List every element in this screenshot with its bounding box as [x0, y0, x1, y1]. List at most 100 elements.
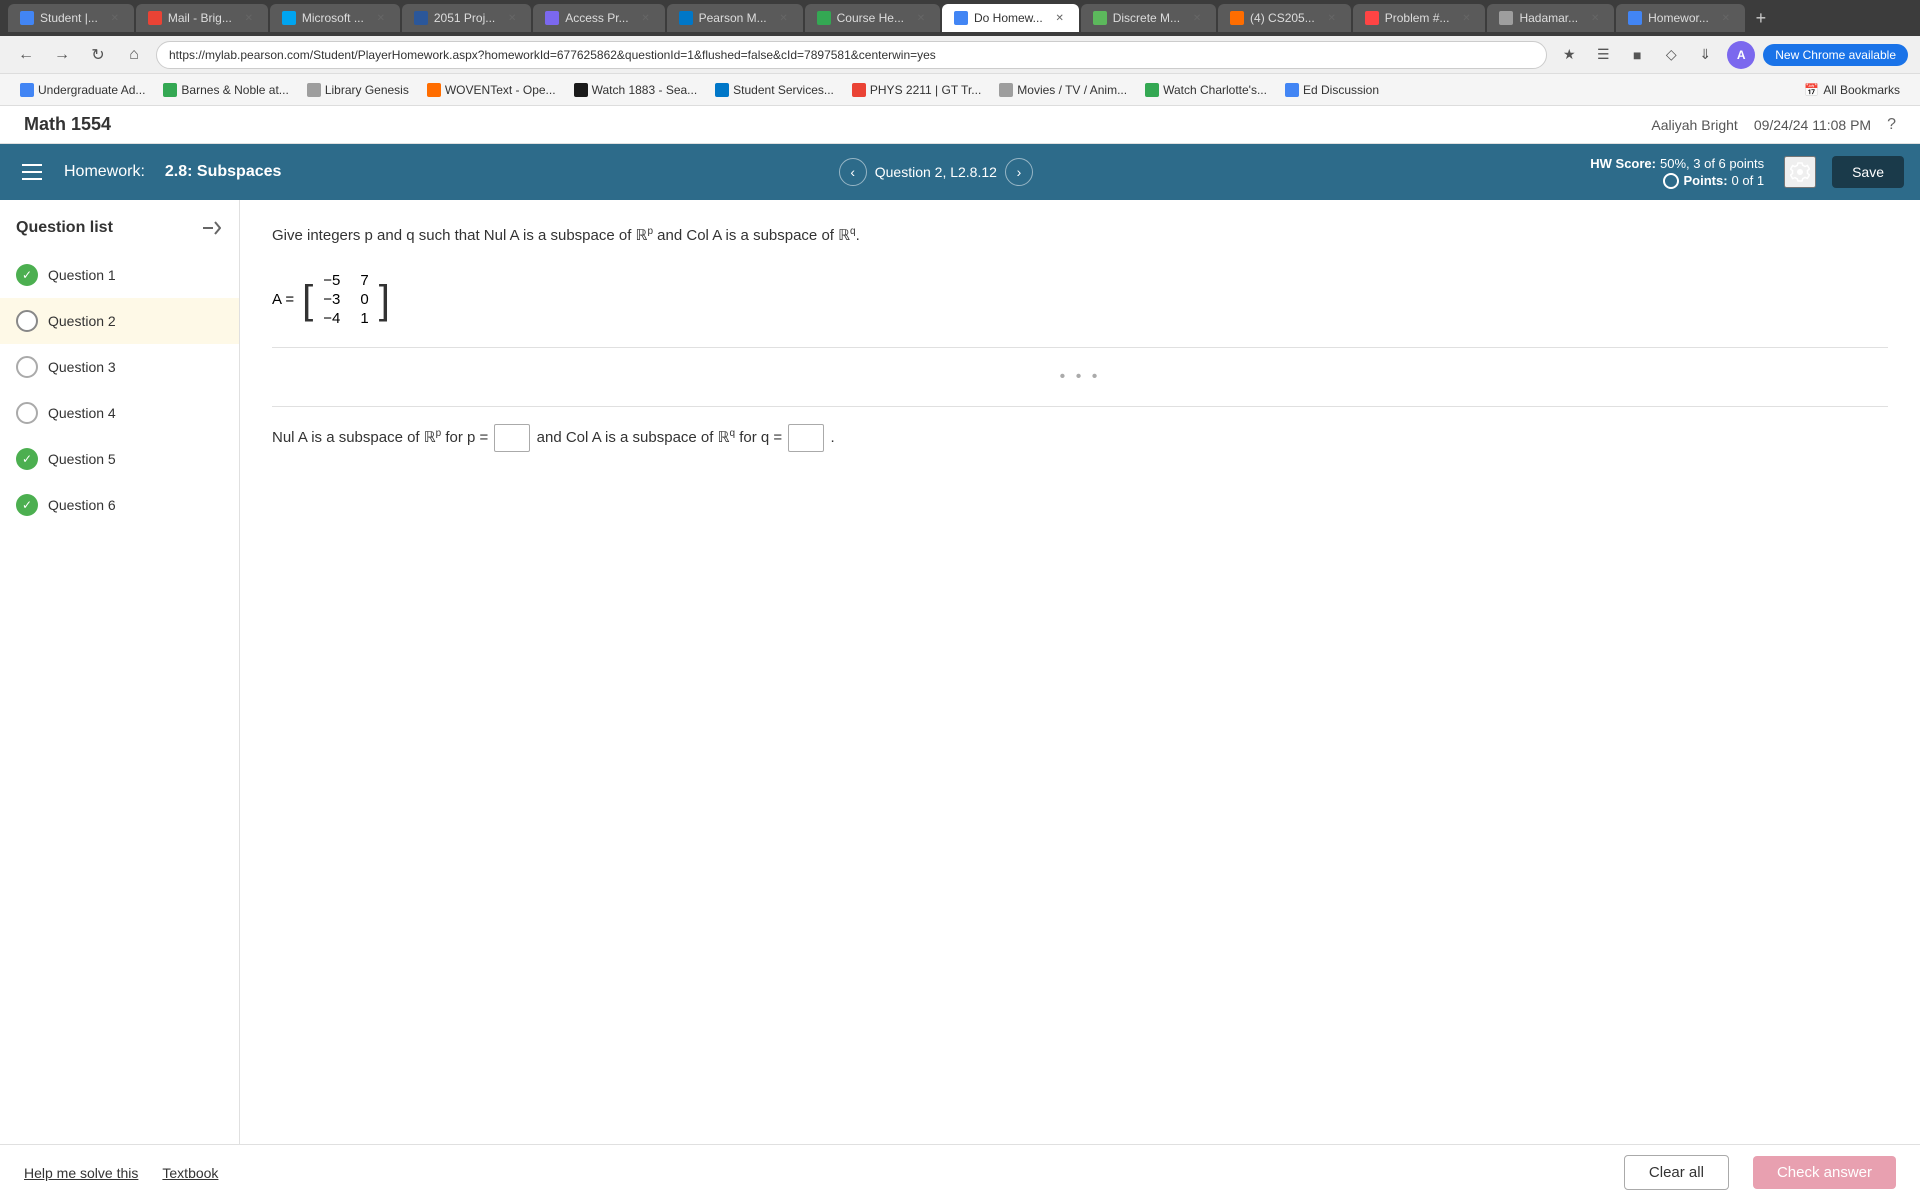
- bookmark-label: Watch Charlotte's...: [1163, 83, 1267, 97]
- question6-label: Question 6: [48, 497, 116, 513]
- sidebar-item-question6[interactable]: ✓ Question 6: [0, 482, 239, 528]
- tab-discrete[interactable]: Discrete M... ✕: [1081, 4, 1216, 32]
- tab-close-btn[interactable]: ✕: [108, 11, 122, 25]
- help-icon-button[interactable]: ?: [1887, 116, 1896, 134]
- all-bookmarks-icon: 📅: [1804, 83, 1819, 97]
- help-me-solve-link[interactable]: Help me solve this: [24, 1165, 138, 1181]
- tab-2051[interactable]: 2051 Proj... ✕: [402, 4, 531, 32]
- matrix-r2c1: −3: [323, 291, 340, 308]
- page-title: Math 1554: [24, 114, 111, 135]
- tab-label: (4) CS205...: [1250, 11, 1315, 25]
- tab-access[interactable]: Access Pr... ✕: [533, 4, 664, 32]
- clear-all-button[interactable]: Clear all: [1624, 1155, 1729, 1190]
- tab-favicon: [679, 11, 693, 25]
- question-label: Question 2, L2.8.12: [875, 164, 997, 180]
- q-answer-input[interactable]: [788, 424, 824, 452]
- score-section: HW Score: 50%, 3 of 6 points Points: 0 o…: [1590, 156, 1904, 189]
- tab-homework-active[interactable]: Do Homew... ✕: [942, 4, 1079, 32]
- back-button[interactable]: ←: [12, 41, 40, 69]
- matrix-r1c1: −5: [323, 272, 340, 289]
- tab-close-btn[interactable]: ✕: [1719, 11, 1733, 25]
- tab-label: 2051 Proj...: [434, 11, 495, 25]
- homework-toolbar: Homework: 2.8: Subspaces ‹ Question 2, L…: [0, 144, 1920, 200]
- tab-close-btn[interactable]: ✕: [505, 11, 519, 25]
- tab-mail[interactable]: Mail - Brig... ✕: [136, 4, 268, 32]
- tab-homework2[interactable]: Homewor... ✕: [1616, 4, 1745, 32]
- address-bar: ← → ↻ ⌂ ★ ☰ ■ ◇ ⇓ A New Chrome available: [0, 36, 1920, 74]
- tab-student[interactable]: Student |... ✕: [8, 4, 134, 32]
- tab-close-btn[interactable]: ✕: [777, 11, 791, 25]
- tab-course[interactable]: Course He... ✕: [805, 4, 940, 32]
- answer-prefix-nul: Nul A is a subspace of ℝ: [272, 429, 436, 446]
- bookmark-student-services[interactable]: Student Services...: [707, 81, 842, 99]
- tab-close-btn[interactable]: ✕: [1459, 11, 1473, 25]
- vpn-button[interactable]: ◇: [1657, 41, 1685, 69]
- bookmark-label: Library Genesis: [325, 83, 409, 97]
- all-bookmarks-button[interactable]: 📅 All Bookmarks: [1796, 81, 1908, 99]
- bookmark-phys[interactable]: PHYS 2211 | GT Tr...: [844, 81, 989, 99]
- sidebar-item-question4[interactable]: Question 4: [0, 390, 239, 436]
- sidebar-item-question1[interactable]: ✓ Question 1: [0, 252, 239, 298]
- bookmark-ed[interactable]: Ed Discussion: [1277, 81, 1387, 99]
- date-time: 09/24/24 11:08 PM: [1754, 117, 1871, 133]
- tab-problem[interactable]: Problem #... ✕: [1353, 4, 1486, 32]
- textbook-link[interactable]: Textbook: [162, 1165, 218, 1181]
- tab-close-btn[interactable]: ✕: [639, 11, 653, 25]
- hamburger-menu-button[interactable]: [16, 156, 48, 188]
- sidebar-item-question3[interactable]: Question 3: [0, 344, 239, 390]
- tab-close-btn[interactable]: ✕: [1190, 11, 1204, 25]
- sidebar-item-question2[interactable]: Question 2: [0, 298, 239, 344]
- tab-favicon: [1093, 11, 1107, 25]
- bookmark-movies[interactable]: Movies / TV / Anim...: [991, 81, 1135, 99]
- reload-button[interactable]: ↻: [84, 41, 112, 69]
- bottom-action-bar: Help me solve this Textbook Clear all Ch…: [0, 1144, 1920, 1200]
- user-name: Aaliyah Bright: [1651, 117, 1737, 133]
- shield-button[interactable]: ■: [1623, 41, 1651, 69]
- profile-avatar[interactable]: A: [1727, 41, 1755, 69]
- tab-favicon: [1628, 11, 1642, 25]
- tab-close-btn[interactable]: ✕: [1053, 11, 1067, 25]
- bookmark-favicon: [999, 83, 1013, 97]
- bookmarks-bar: Undergraduate Ad... Barnes & Noble at...…: [0, 74, 1920, 106]
- tab-label: Pearson M...: [699, 11, 767, 25]
- save-button[interactable]: Save: [1832, 156, 1904, 188]
- bookmark-charlottes[interactable]: Watch Charlotte's...: [1137, 81, 1275, 99]
- sidebar-collapse-button[interactable]: [199, 216, 223, 240]
- answer-mid-text: and Col A is a subspace of ℝ: [537, 429, 730, 446]
- extensions-button[interactable]: ☰: [1589, 41, 1617, 69]
- new-tab-button[interactable]: +: [1747, 4, 1775, 32]
- tab-close-btn[interactable]: ✕: [242, 11, 256, 25]
- tab-label: Problem #...: [1385, 11, 1450, 25]
- bookmark-undergraduate[interactable]: Undergraduate Ad...: [12, 81, 153, 99]
- tab-microsoft[interactable]: Microsoft ... ✕: [270, 4, 400, 32]
- collapse-icon: [201, 218, 221, 238]
- bookmark-star-button[interactable]: ★: [1555, 41, 1583, 69]
- bookmark-label: Barnes & Noble at...: [181, 83, 288, 97]
- bookmark-libgen[interactable]: Library Genesis: [299, 81, 417, 99]
- question1-label: Question 1: [48, 267, 116, 283]
- tab-close-btn[interactable]: ✕: [374, 11, 388, 25]
- address-input[interactable]: [156, 41, 1547, 69]
- tab-close-btn[interactable]: ✕: [1325, 11, 1339, 25]
- next-question-button[interactable]: ›: [1005, 158, 1033, 186]
- bookmark-barnes[interactable]: Barnes & Noble at...: [155, 81, 296, 99]
- sidebar-item-question5[interactable]: ✓ Question 5: [0, 436, 239, 482]
- tab-close-btn[interactable]: ✕: [914, 11, 928, 25]
- home-button[interactable]: ⌂: [120, 41, 148, 69]
- bookmark-favicon: [427, 83, 441, 97]
- p-answer-input[interactable]: [494, 424, 530, 452]
- tab-pearson[interactable]: Pearson M... ✕: [667, 4, 803, 32]
- tab-hadamar[interactable]: Hadamar... ✕: [1487, 4, 1614, 32]
- tab-close-btn[interactable]: ✕: [1588, 11, 1602, 25]
- prev-question-button[interactable]: ‹: [839, 158, 867, 186]
- bookmark-woven[interactable]: WOVENText - Ope...: [419, 81, 564, 99]
- tab-cs205[interactable]: (4) CS205... ✕: [1218, 4, 1351, 32]
- download-button[interactable]: ⇓: [1691, 41, 1719, 69]
- drag-handle[interactable]: • • •: [272, 364, 1888, 390]
- answer-for-q: for q =: [739, 429, 786, 446]
- check-answer-button[interactable]: Check answer: [1753, 1156, 1896, 1189]
- settings-button[interactable]: [1784, 156, 1816, 188]
- new-chrome-button[interactable]: New Chrome available: [1763, 44, 1908, 66]
- bookmark-1883[interactable]: Watch 1883 - Sea...: [566, 81, 706, 99]
- forward-button[interactable]: →: [48, 41, 76, 69]
